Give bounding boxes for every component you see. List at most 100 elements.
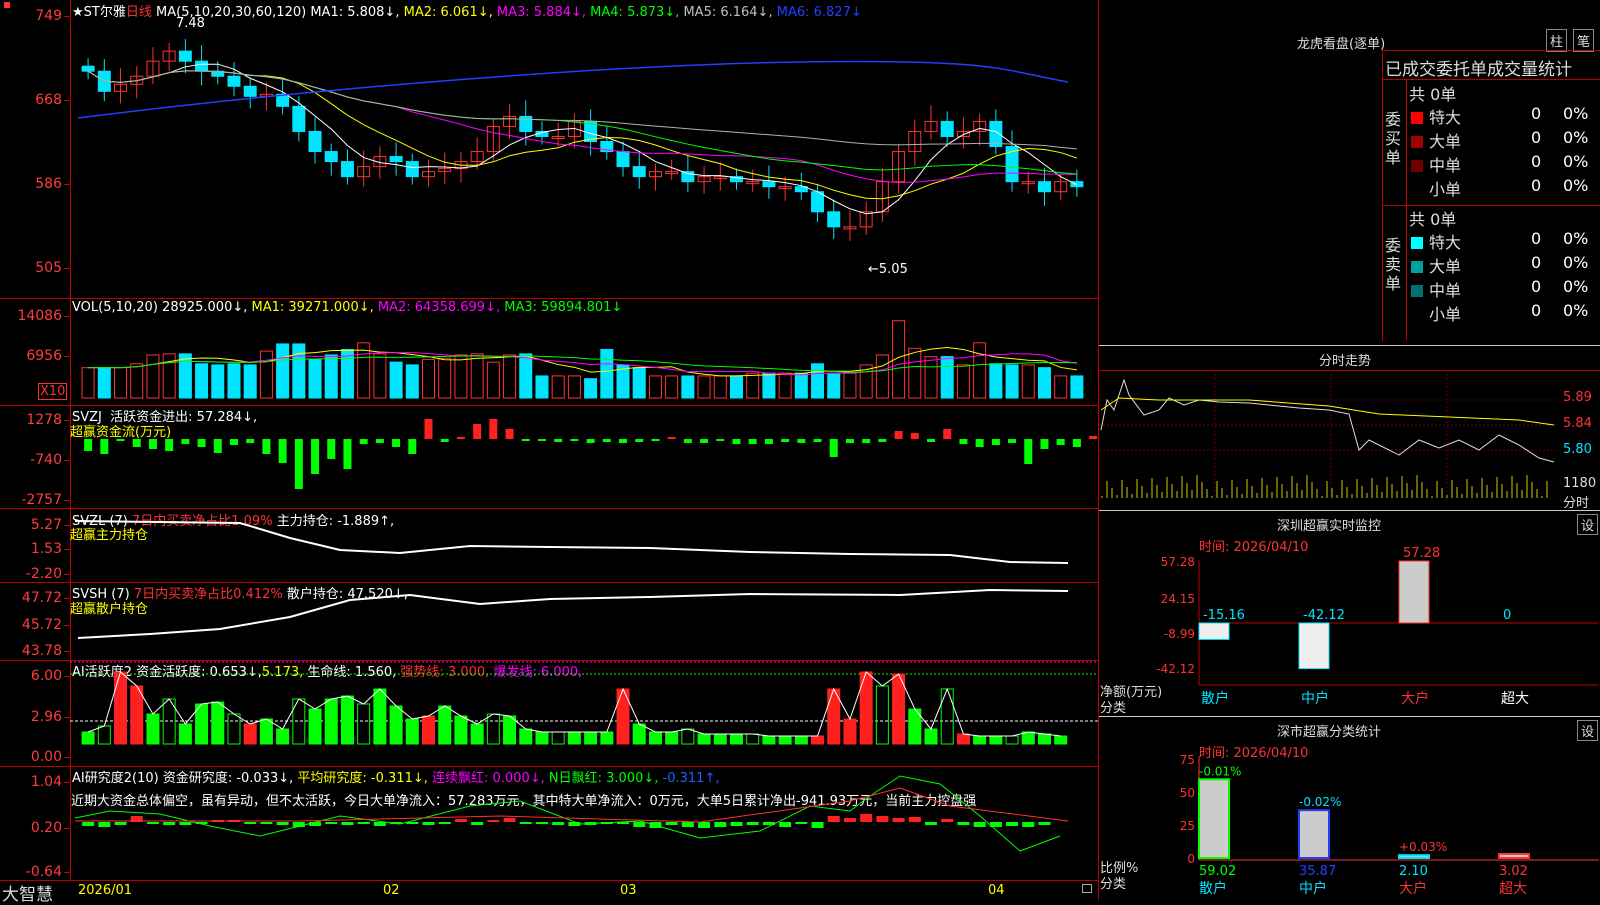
activity-bar bbox=[324, 698, 338, 745]
brand-logo: 大智慧 bbox=[2, 885, 53, 905]
volume-bar bbox=[438, 357, 452, 399]
classify-category: 大户 bbox=[1399, 880, 1427, 897]
classify-ytick: 25 bbox=[1180, 819, 1195, 833]
volume-bar bbox=[567, 375, 581, 399]
research-bar bbox=[633, 822, 646, 827]
flow-bar bbox=[100, 439, 109, 454]
volume-bar bbox=[973, 342, 987, 399]
activity-bar bbox=[211, 701, 225, 745]
research-bar bbox=[925, 822, 938, 825]
activity-bar bbox=[405, 718, 419, 745]
candlestick-chart[interactable] bbox=[0, 0, 1100, 300]
flow-bar bbox=[845, 439, 854, 443]
research-chart[interactable] bbox=[0, 766, 1100, 886]
activity-bar bbox=[1005, 735, 1019, 745]
activity-bar bbox=[940, 688, 954, 745]
flow-bar bbox=[505, 429, 514, 439]
classify-value: 59.02 bbox=[1199, 864, 1236, 879]
flow-bar bbox=[619, 439, 628, 443]
lock-icon[interactable] bbox=[1082, 884, 1092, 893]
flow-bar bbox=[262, 439, 271, 454]
classify-bar bbox=[1398, 854, 1430, 859]
research-bar bbox=[779, 822, 792, 827]
candle-body bbox=[389, 156, 403, 163]
research-bar bbox=[422, 822, 435, 825]
volume-bar bbox=[259, 350, 273, 399]
monitor-bar-chart[interactable]: 57.28 24.15 -8.99 -42.12 -15.16 散户 -42.12 中户 57.… bbox=[1099, 510, 1600, 710]
volume-bar bbox=[146, 354, 160, 399]
buy-side-label: 委买单 bbox=[1385, 110, 1402, 167]
classify-ytick: 0 bbox=[1187, 852, 1195, 866]
volume-bar bbox=[843, 372, 857, 399]
activity-bar bbox=[746, 733, 760, 745]
flow-bar bbox=[521, 439, 530, 441]
flow-bar bbox=[375, 439, 384, 443]
flow-bar bbox=[311, 439, 320, 474]
main-chart-area[interactable]: ★ST尔雅日线 MA(5,10,20,30,60,120) MA1: 5.808… bbox=[0, 0, 1100, 905]
classify-delta: -0.02% bbox=[1299, 795, 1341, 809]
volume-bar bbox=[308, 358, 322, 399]
retail-position-chart[interactable] bbox=[0, 582, 1100, 662]
flow-bar bbox=[1056, 439, 1065, 445]
volume-bar bbox=[1037, 367, 1051, 399]
volume-bar bbox=[1054, 375, 1068, 399]
research-bar bbox=[843, 818, 856, 822]
order-row: 大单 0 0% bbox=[1411, 253, 1600, 277]
flow-bar bbox=[991, 439, 1000, 445]
intraday-ytick: 5.84 bbox=[1563, 416, 1592, 431]
classify-delta: +0.03% bbox=[1399, 840, 1447, 854]
flow-bar bbox=[473, 424, 482, 439]
monitor-category: 大户 bbox=[1401, 690, 1429, 707]
flow-bar bbox=[554, 439, 563, 442]
ma-line-ma3 bbox=[87, 70, 1077, 184]
flow-bar bbox=[764, 439, 773, 444]
classify-bar bbox=[1498, 852, 1530, 859]
activity-bar bbox=[729, 733, 743, 745]
activity-chart[interactable] bbox=[0, 660, 1100, 770]
main-position-line bbox=[74, 520, 1069, 564]
intraday-chart[interactable] bbox=[1099, 370, 1564, 510]
activity-bar bbox=[308, 708, 322, 745]
volume-bar bbox=[924, 356, 938, 399]
flow-bar bbox=[910, 433, 919, 439]
classify-delta: -0.01% bbox=[1199, 764, 1241, 778]
main-position-chart[interactable] bbox=[0, 508, 1100, 583]
activity-bar bbox=[794, 735, 808, 745]
classify-bar-chart[interactable]: 75 50 25 0 -0.01% 59.02散户 -0.02% 35.87中户 +0.03% 2… bbox=[1099, 716, 1600, 900]
column-mode-button[interactable]: 柱 bbox=[1546, 29, 1568, 52]
classify-ytick: 75 bbox=[1180, 753, 1195, 767]
volume-bar bbox=[178, 353, 192, 399]
flow-bar bbox=[165, 439, 174, 451]
research-bar bbox=[373, 822, 386, 826]
volume-bar bbox=[114, 367, 128, 399]
candle-body bbox=[762, 181, 776, 188]
activity-bar bbox=[973, 735, 987, 745]
activity-bar bbox=[875, 685, 889, 745]
candle-body bbox=[178, 50, 192, 62]
volume-chart[interactable] bbox=[0, 300, 1100, 410]
flow-bar bbox=[586, 439, 595, 443]
flow-bar bbox=[537, 439, 546, 441]
volume-bar bbox=[422, 358, 436, 399]
flow-bar bbox=[246, 439, 255, 443]
activity-bar bbox=[1021, 731, 1035, 745]
activity-bar bbox=[130, 685, 144, 745]
flow-bar bbox=[683, 439, 692, 443]
flow-bar bbox=[732, 439, 741, 444]
candle-body bbox=[227, 75, 241, 87]
tick-mode-button[interactable]: 笔 bbox=[1573, 29, 1595, 52]
fund-flow-chart[interactable] bbox=[0, 405, 1100, 510]
research-bar bbox=[908, 817, 921, 822]
research-bar bbox=[98, 822, 111, 827]
volume-bar bbox=[340, 348, 354, 399]
volume-bar bbox=[875, 354, 889, 399]
flow-bar bbox=[197, 439, 206, 447]
activity-bar bbox=[340, 695, 354, 745]
monitor-bar-label: -42.12 bbox=[1303, 608, 1345, 623]
activity-bar bbox=[697, 733, 711, 745]
classify-category: 超大 bbox=[1499, 881, 1527, 897]
classify-category: 中户 bbox=[1299, 880, 1327, 897]
volume-bar bbox=[97, 367, 111, 399]
monitor-bar-label: 57.28 bbox=[1403, 546, 1440, 561]
volume-bar bbox=[470, 353, 484, 399]
